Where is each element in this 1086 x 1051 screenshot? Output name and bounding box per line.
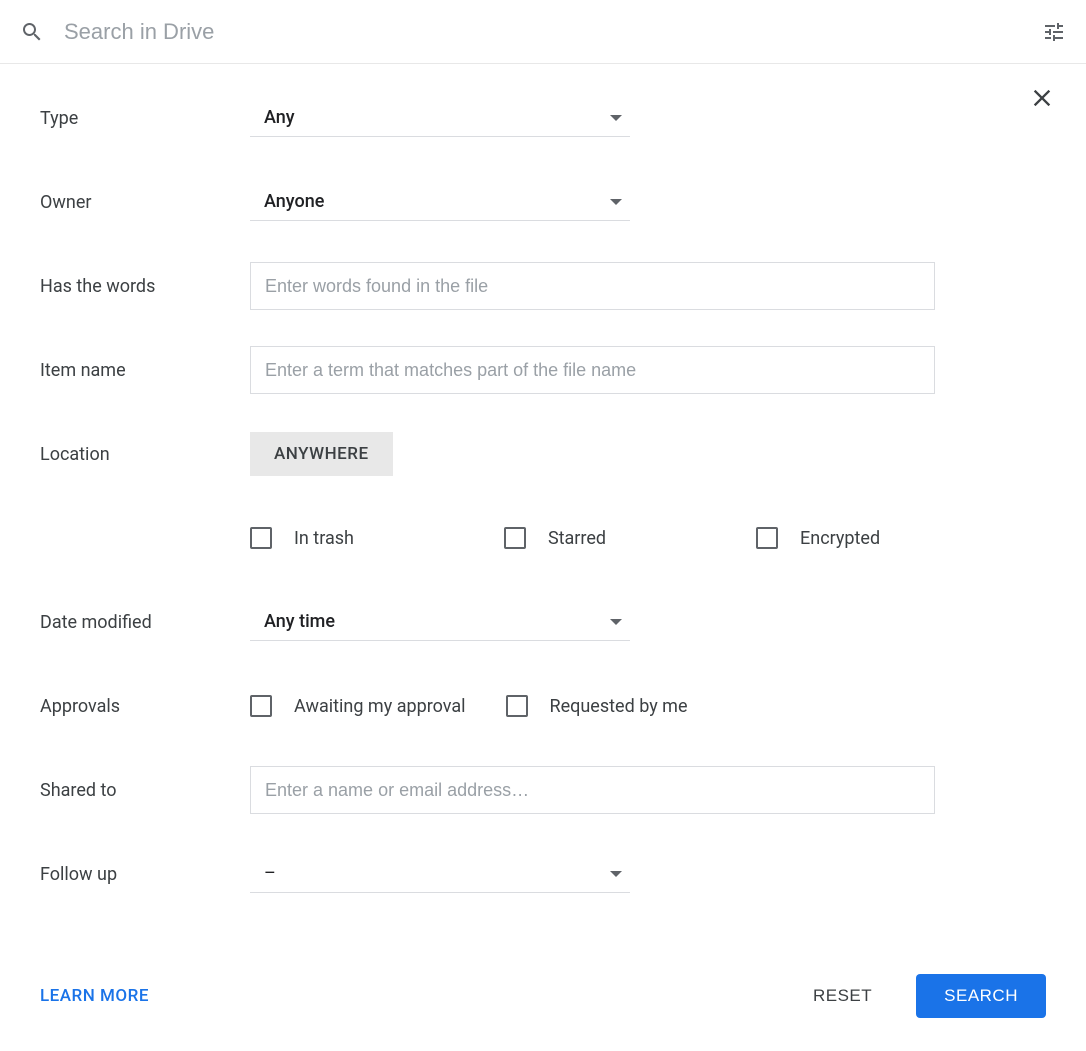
- checkbox-icon: [506, 695, 528, 717]
- date-modified-dropdown[interactable]: Any time: [250, 603, 630, 641]
- owner-dropdown[interactable]: Anyone: [250, 183, 630, 221]
- checkbox-icon: [756, 527, 778, 549]
- chevron-down-icon: [610, 115, 622, 121]
- follow-up-dropdown[interactable]: –: [250, 855, 630, 893]
- date-modified-value: Any time: [264, 611, 335, 632]
- location-chip[interactable]: ANYWHERE: [250, 432, 393, 476]
- reset-button[interactable]: RESET: [785, 974, 900, 1018]
- follow-up-label: Follow up: [40, 864, 250, 885]
- checkbox-icon: [504, 527, 526, 549]
- close-icon[interactable]: [1028, 84, 1056, 112]
- search-input[interactable]: [64, 19, 1042, 45]
- requested-by-me-checkbox[interactable]: Requested by me: [506, 695, 688, 717]
- encrypted-label: Encrypted: [800, 528, 880, 549]
- awaiting-approval-label: Awaiting my approval: [294, 696, 466, 717]
- has-words-input[interactable]: [250, 262, 935, 310]
- shared-to-input[interactable]: [250, 766, 935, 814]
- in-trash-checkbox[interactable]: In trash: [250, 527, 354, 549]
- requested-by-me-label: Requested by me: [550, 696, 688, 717]
- follow-up-value: –: [264, 863, 276, 884]
- checkbox-icon: [250, 695, 272, 717]
- owner-value: Anyone: [264, 191, 324, 212]
- approvals-label: Approvals: [40, 696, 250, 717]
- date-modified-label: Date modified: [40, 612, 250, 633]
- tune-icon[interactable]: [1042, 20, 1066, 44]
- awaiting-approval-checkbox[interactable]: Awaiting my approval: [250, 695, 466, 717]
- type-label: Type: [40, 108, 250, 129]
- encrypted-checkbox[interactable]: Encrypted: [756, 527, 880, 549]
- item-name-input[interactable]: [250, 346, 935, 394]
- type-value: Any: [264, 107, 295, 128]
- starred-checkbox[interactable]: Starred: [504, 527, 606, 549]
- location-label: Location: [40, 444, 250, 465]
- search-button[interactable]: SEARCH: [916, 974, 1046, 1018]
- type-dropdown[interactable]: Any: [250, 99, 630, 137]
- checkbox-icon: [250, 527, 272, 549]
- item-name-label: Item name: [40, 360, 250, 381]
- chevron-down-icon: [610, 871, 622, 877]
- owner-label: Owner: [40, 192, 250, 213]
- chevron-down-icon: [610, 619, 622, 625]
- starred-label: Starred: [548, 528, 606, 549]
- chevron-down-icon: [610, 199, 622, 205]
- search-icon: [20, 20, 44, 44]
- search-bar: [0, 0, 1086, 64]
- shared-to-label: Shared to: [40, 780, 250, 801]
- in-trash-label: In trash: [294, 528, 354, 549]
- footer: LEARN MORE RESET SEARCH: [0, 954, 1086, 1048]
- advanced-search-panel: Type Any Owner Anyone Has the words Item…: [0, 64, 1086, 954]
- has-words-label: Has the words: [40, 276, 250, 297]
- learn-more-link[interactable]: LEARN MORE: [40, 986, 149, 1006]
